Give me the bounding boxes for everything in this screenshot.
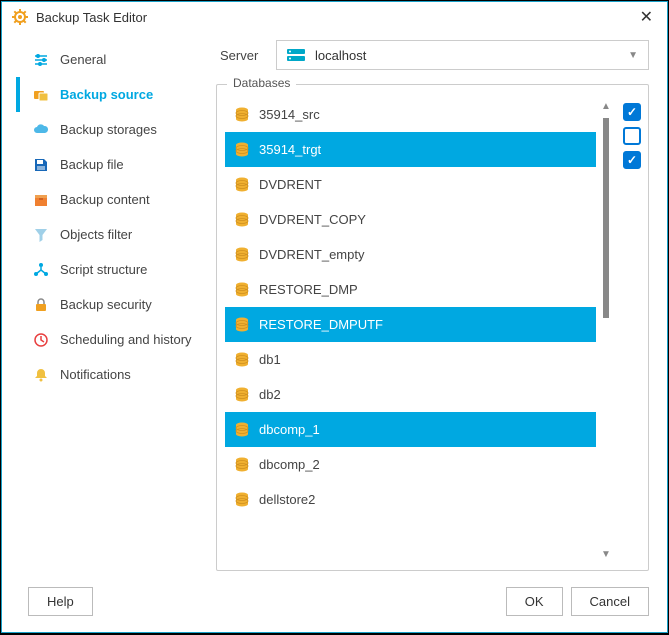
server-row: Server localhost ▼ bbox=[216, 40, 649, 70]
sidebar-item-label: Scheduling and history bbox=[60, 332, 192, 347]
db-name: dbcomp_1 bbox=[259, 422, 320, 437]
ok-button[interactable]: OK bbox=[506, 587, 563, 616]
db-name: DVDRENT_COPY bbox=[259, 212, 366, 227]
db-item[interactable]: RESTORE_DMP bbox=[225, 272, 596, 307]
structure-icon bbox=[32, 261, 50, 279]
box-icon bbox=[32, 191, 50, 209]
help-button[interactable]: Help bbox=[28, 587, 93, 616]
db-name: RESTORE_DMPUTF bbox=[259, 317, 383, 332]
server-value: localhost bbox=[315, 48, 628, 63]
check-none-checkbox[interactable] bbox=[623, 127, 641, 145]
clock-icon bbox=[32, 331, 50, 349]
footer: Help OK Cancel bbox=[2, 571, 667, 632]
lock-icon bbox=[32, 296, 50, 314]
sidebar-item-backup-source[interactable]: Backup source bbox=[16, 77, 216, 112]
db-name: 35914_src bbox=[259, 107, 320, 122]
scroll-thumb[interactable] bbox=[603, 118, 609, 318]
checkbox-column bbox=[616, 97, 642, 564]
database-icon bbox=[235, 282, 249, 298]
db-item[interactable]: db1 bbox=[225, 342, 596, 377]
database-icon bbox=[235, 107, 249, 123]
db-item[interactable]: 35914_src bbox=[225, 97, 596, 132]
sidebar-item-label: Script structure bbox=[60, 262, 147, 277]
bell-icon bbox=[32, 366, 50, 384]
sidebar-item-label: Backup security bbox=[60, 297, 152, 312]
sidebar-item-script-structure[interactable]: Script structure bbox=[16, 252, 216, 287]
sidebar-item-scheduling[interactable]: Scheduling and history bbox=[16, 322, 216, 357]
chevron-down-icon: ▼ bbox=[628, 50, 638, 61]
sidebar-item-backup-file[interactable]: Backup file bbox=[16, 147, 216, 182]
sidebar-item-label: Backup content bbox=[60, 192, 150, 207]
server-select[interactable]: localhost ▼ bbox=[276, 40, 649, 70]
check-toggle-checkbox[interactable] bbox=[623, 151, 641, 169]
db-item[interactable]: RESTORE_DMPUTF bbox=[225, 307, 596, 342]
database-icon bbox=[235, 352, 249, 368]
sidebar-item-label: Backup source bbox=[60, 87, 153, 102]
sidebar: General Backup source Backup storages Ba… bbox=[2, 40, 216, 571]
sidebar-item-label: Objects filter bbox=[60, 227, 132, 242]
db-name: db1 bbox=[259, 352, 281, 367]
sidebar-item-backup-security[interactable]: Backup security bbox=[16, 287, 216, 322]
sidebar-item-label: General bbox=[60, 52, 106, 67]
group-label: Databases bbox=[227, 76, 296, 90]
server-label: Server bbox=[220, 48, 276, 63]
db-item[interactable]: DVDRENT_empty bbox=[225, 237, 596, 272]
cancel-button[interactable]: Cancel bbox=[571, 587, 649, 616]
db-item[interactable]: dellstore2 bbox=[225, 482, 596, 517]
database-icon bbox=[235, 422, 249, 438]
databases-group: Databases 35914_src 35914_trgt DVDRENT D… bbox=[216, 84, 649, 571]
server-icon bbox=[287, 48, 305, 62]
sidebar-item-objects-filter[interactable]: Objects filter bbox=[16, 217, 216, 252]
scroll-up-icon[interactable]: ▲ bbox=[601, 97, 611, 116]
sidebar-item-label: Notifications bbox=[60, 367, 131, 382]
sidebar-item-notifications[interactable]: Notifications bbox=[16, 357, 216, 392]
db-item[interactable]: DVDRENT_COPY bbox=[225, 202, 596, 237]
content: General Backup source Backup storages Ba… bbox=[2, 32, 667, 571]
gear-icon bbox=[12, 9, 28, 25]
db-item[interactable]: DVDRENT bbox=[225, 167, 596, 202]
sidebar-item-backup-storages[interactable]: Backup storages bbox=[16, 112, 216, 147]
source-icon bbox=[32, 86, 50, 104]
close-button[interactable]: ✕ bbox=[636, 7, 657, 27]
db-item[interactable]: db2 bbox=[225, 377, 596, 412]
db-name: DVDRENT bbox=[259, 177, 322, 192]
db-name: RESTORE_DMP bbox=[259, 282, 358, 297]
window: Backup Task Editor ✕ General Backup sour… bbox=[1, 1, 668, 633]
sidebar-item-label: Backup storages bbox=[60, 122, 157, 137]
database-icon bbox=[235, 457, 249, 473]
db-name: DVDRENT_empty bbox=[259, 247, 364, 262]
sidebar-item-label: Backup file bbox=[60, 157, 124, 172]
db-item[interactable]: 35914_trgt bbox=[225, 132, 596, 167]
db-name: dbcomp_2 bbox=[259, 457, 320, 472]
funnel-icon bbox=[32, 226, 50, 244]
db-item[interactable]: dbcomp_1 bbox=[225, 412, 596, 447]
titlebar: Backup Task Editor ✕ bbox=[2, 2, 667, 32]
sliders-icon bbox=[32, 51, 50, 69]
sidebar-item-backup-content[interactable]: Backup content bbox=[16, 182, 216, 217]
db-name: 35914_trgt bbox=[259, 142, 321, 157]
database-icon bbox=[235, 387, 249, 403]
db-name: db2 bbox=[259, 387, 281, 402]
check-all-checkbox[interactable] bbox=[623, 103, 641, 121]
database-list: 35914_src 35914_trgt DVDRENT DVDRENT_COP… bbox=[225, 97, 596, 564]
database-icon bbox=[235, 177, 249, 193]
database-icon bbox=[235, 317, 249, 333]
db-item[interactable]: dbcomp_2 bbox=[225, 447, 596, 482]
database-icon bbox=[235, 492, 249, 508]
scrollbar[interactable]: ▲ ▼ bbox=[596, 97, 616, 564]
database-icon bbox=[235, 142, 249, 158]
db-name: dellstore2 bbox=[259, 492, 315, 507]
sidebar-item-general[interactable]: General bbox=[16, 42, 216, 77]
database-icon bbox=[235, 247, 249, 263]
save-icon bbox=[32, 156, 50, 174]
cloud-icon bbox=[32, 121, 50, 139]
window-title: Backup Task Editor bbox=[36, 10, 636, 25]
database-icon bbox=[235, 212, 249, 228]
scroll-down-icon[interactable]: ▼ bbox=[601, 545, 611, 564]
main-panel: Server localhost ▼ Databases 35914_src 3… bbox=[216, 40, 649, 571]
